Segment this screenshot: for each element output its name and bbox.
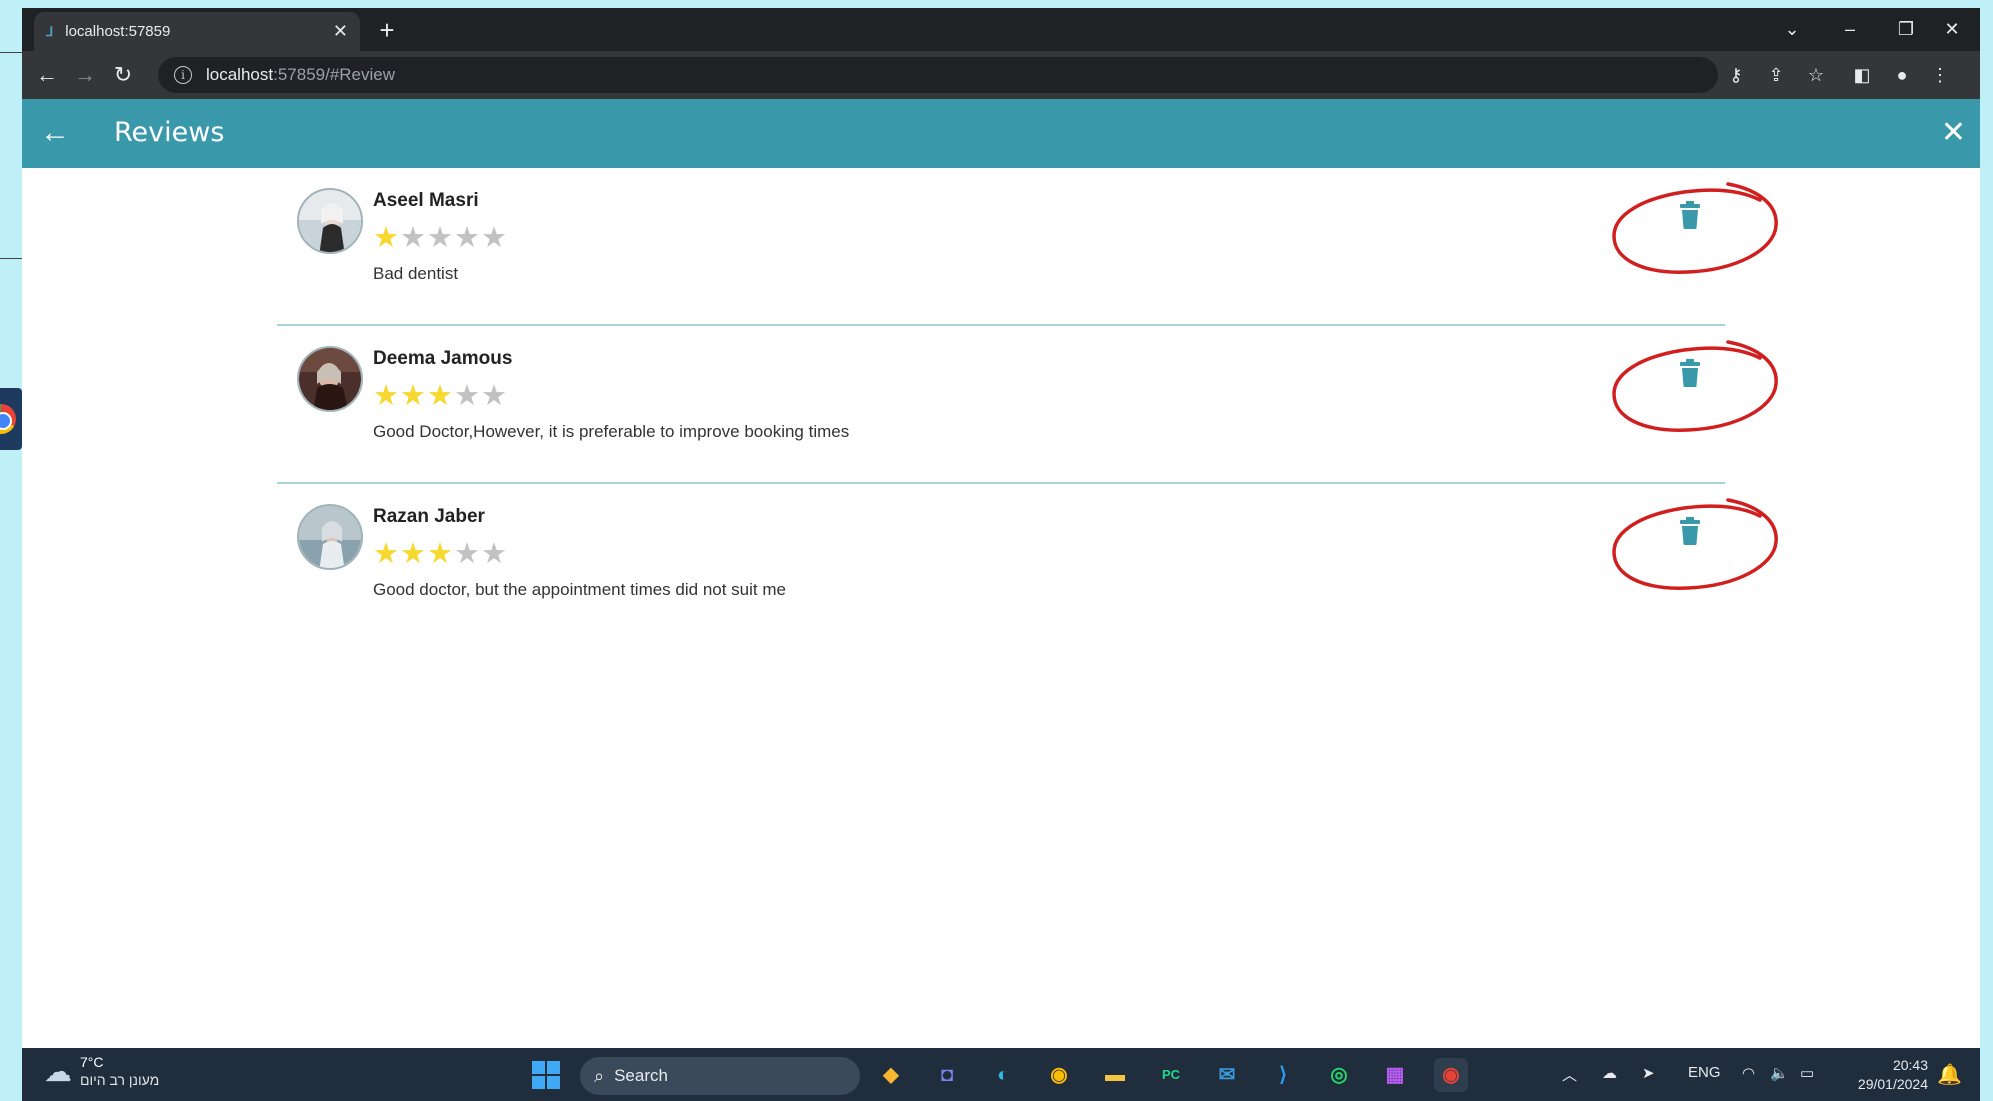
- review-item: Aseel Masri ★★★★★ Bad dentist: [277, 168, 1778, 326]
- windows-start-icon[interactable]: [532, 1061, 560, 1089]
- taskbar-search[interactable]: ⌕ Search: [580, 1057, 860, 1095]
- star-empty-icon: ★: [454, 380, 481, 412]
- star-empty-icon: ★: [454, 222, 481, 254]
- tooth-favicon-icon: ⅃: [46, 23, 54, 39]
- star-filled-icon: ★: [373, 222, 400, 254]
- close-window-button[interactable]: ✕: [1924, 8, 1980, 51]
- delete-trash-icon[interactable]: [1680, 517, 1700, 545]
- browser-tab[interactable]: ⅃ localhost:57859 ✕: [34, 12, 360, 51]
- key-icon[interactable]: ⚷: [1722, 61, 1750, 89]
- star-empty-icon: ★: [481, 538, 508, 570]
- clock-time: 20:43: [1892, 1057, 1928, 1073]
- reviewer-name: Aseel Masri: [373, 190, 479, 211]
- star-empty-icon: ★: [454, 538, 481, 570]
- teams-icon[interactable]: ◘: [930, 1058, 964, 1092]
- profile-icon[interactable]: ●: [1888, 61, 1916, 89]
- star-filled-icon: ★: [400, 380, 427, 412]
- star-filled-icon: ★: [373, 538, 400, 570]
- pycharm-icon[interactable]: PC: [1154, 1058, 1188, 1092]
- side-panel-icon[interactable]: ◧: [1848, 61, 1876, 89]
- delete-trash-icon[interactable]: [1680, 359, 1700, 387]
- file-explorer-icon[interactable]: ▬: [1098, 1058, 1132, 1092]
- back-arrow-icon[interactable]: ←: [40, 111, 70, 155]
- weather-desc: מעונן רב היום: [80, 1072, 160, 1088]
- star-empty-icon: ★: [400, 222, 427, 254]
- search-label: Search: [614, 1066, 668, 1085]
- language-indicator[interactable]: ENG: [1688, 1064, 1721, 1081]
- show-hidden-icons-icon[interactable]: ︿: [1562, 1064, 1577, 1085]
- battery-icon[interactable]: ▭: [1800, 1064, 1814, 1082]
- tab-title: localhost:57859: [65, 23, 171, 40]
- new-tab-button[interactable]: +: [372, 16, 402, 46]
- copilot-icon[interactable]: ◆: [874, 1058, 908, 1092]
- desktop-line: [0, 52, 22, 53]
- star-empty-icon: ★: [481, 222, 508, 254]
- desktop-chrome-shortcut[interactable]: [0, 388, 22, 450]
- onedrive-status-icon[interactable]: ☁: [1602, 1064, 1617, 1082]
- vscode-icon[interactable]: ⟩: [1266, 1058, 1300, 1092]
- location-icon[interactable]: ➤: [1642, 1064, 1655, 1082]
- notification-bell-icon[interactable]: 🔔: [1937, 1062, 1962, 1087]
- chrome-icon[interactable]: ◉: [1434, 1058, 1468, 1092]
- weather-temp: 7°C: [80, 1054, 104, 1070]
- star-empty-icon: ★: [481, 380, 508, 412]
- menu-kebab-icon[interactable]: ⋮: [1926, 61, 1954, 89]
- star-rating: ★★★★★: [373, 536, 508, 571]
- bookmark-star-icon[interactable]: ☆: [1802, 61, 1830, 89]
- tab-search-icon[interactable]: ⌄: [1764, 8, 1820, 51]
- page-title: Reviews: [114, 117, 225, 148]
- reviews-list: Aseel Masri ★★★★★ Bad dentist Deema Jamo…: [22, 168, 1980, 1034]
- star-empty-icon: ★: [427, 222, 454, 254]
- url-path: :57859/#Review: [273, 65, 396, 84]
- star-rating: ★★★★★: [373, 220, 508, 255]
- back-button[interactable]: ←: [32, 60, 62, 90]
- forward-button[interactable]: →: [70, 60, 100, 90]
- share-icon[interactable]: ⇪: [1762, 61, 1790, 89]
- taskbar: ☁ 7°C מעונן רב היום ⌕ Search ◆ ◘ ◐ ◉ ▬ P…: [22, 1048, 1980, 1101]
- tab-strip: ⅃ localhost:57859 ✕ + ⌄ – ❐ ✕: [22, 8, 1980, 51]
- chrome-profile-icon[interactable]: ◉: [1042, 1058, 1076, 1092]
- star-filled-icon: ★: [400, 538, 427, 570]
- reload-button[interactable]: ↻: [108, 60, 138, 90]
- close-icon[interactable]: ✕: [1941, 111, 1966, 155]
- star-filled-icon: ★: [427, 538, 454, 570]
- weather-widget[interactable]: ☁ 7°C מעונן רב היום: [44, 1054, 159, 1089]
- reviewer-name: Razan Jaber: [373, 506, 485, 527]
- reviewer-name: Deema Jamous: [373, 348, 513, 369]
- volume-icon[interactable]: 🔈: [1770, 1064, 1789, 1082]
- cloud-icon: ☁: [44, 1056, 72, 1087]
- review-text: Good Doctor,However, it is preferable to…: [373, 422, 850, 441]
- review-item: Razan Jaber ★★★★★ Good doctor, but the a…: [277, 484, 1778, 642]
- star-filled-icon: ★: [427, 380, 454, 412]
- star-rating: ★★★★★: [373, 378, 508, 413]
- review-text: Good doctor, but the appointment times d…: [373, 580, 786, 599]
- search-icon: ⌕: [594, 1065, 605, 1086]
- wifi-icon[interactable]: ◠: [1742, 1064, 1755, 1082]
- delete-trash-icon[interactable]: [1680, 201, 1700, 229]
- avatar: [297, 188, 363, 254]
- avatar: [297, 346, 363, 412]
- mail-icon[interactable]: ✉: [1210, 1058, 1244, 1092]
- address-bar[interactable]: i localhost:57859/#Review: [158, 57, 1718, 93]
- star-filled-icon: ★: [373, 380, 400, 412]
- browser-window: ⅃ localhost:57859 ✕ + ⌄ – ❐ ✕ ← → ↻ i lo…: [22, 8, 1980, 1101]
- review-text: Bad dentist: [373, 264, 459, 283]
- app-header: ← Reviews ✕: [22, 99, 1980, 168]
- url-host: localhost: [206, 65, 274, 84]
- clipchamp-icon[interactable]: ▦: [1378, 1058, 1412, 1092]
- close-tab-icon[interactable]: ✕: [333, 21, 348, 42]
- edge-icon[interactable]: ◐: [986, 1058, 1020, 1092]
- avatar: [297, 504, 363, 570]
- browser-toolbar: ← → ↻ i localhost:57859/#Review ⚷ ⇪ ☆ ◧ …: [22, 51, 1980, 99]
- clock-date: 29/01/2024: [1857, 1076, 1928, 1092]
- minimize-button[interactable]: –: [1822, 8, 1878, 51]
- review-item: Deema Jamous ★★★★★ Good Doctor,However, …: [277, 326, 1778, 484]
- site-info-icon[interactable]: i: [174, 66, 192, 84]
- desktop-line: [0, 258, 22, 259]
- whatsapp-icon[interactable]: ◎: [1322, 1058, 1356, 1092]
- clock[interactable]: 20:43 29/01/2024: [1858, 1056, 1928, 1094]
